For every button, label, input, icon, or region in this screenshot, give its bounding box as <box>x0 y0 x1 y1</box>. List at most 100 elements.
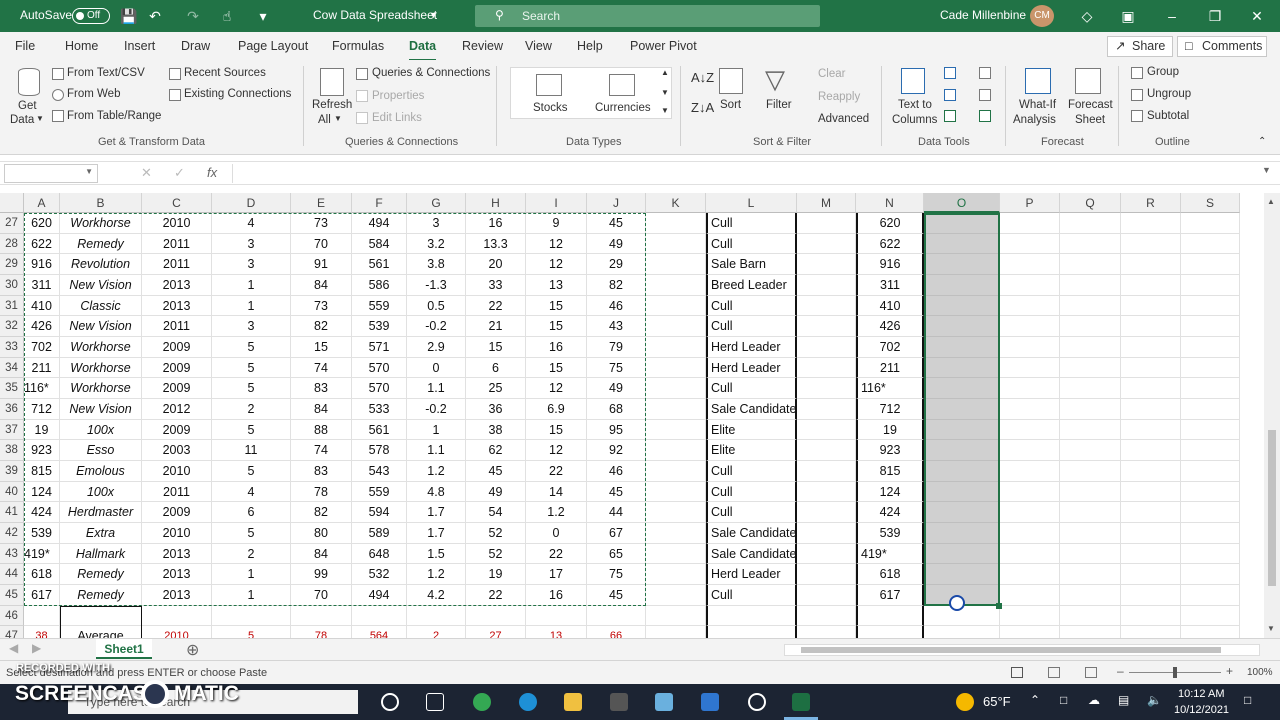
column-header-h[interactable]: H <box>466 193 526 213</box>
cell-m36[interactable] <box>797 399 856 420</box>
cell-j36[interactable]: 68 <box>587 399 646 420</box>
cell-l39[interactable]: Cull <box>706 461 797 482</box>
cell-o38[interactable] <box>924 440 1000 462</box>
cell-a42[interactable]: 539 <box>24 523 60 544</box>
filter-button[interactable]: Filter <box>766 99 792 111</box>
cell-k27[interactable] <box>646 213 706 234</box>
cell-g37[interactable]: 1 <box>407 419 466 441</box>
tab-page-layout[interactable]: Page Layout <box>238 39 308 53</box>
cell-g30[interactable]: -1.3 <box>407 275 466 296</box>
ungroup-button[interactable]: Ungroup <box>1147 88 1191 100</box>
zoom-out-icon[interactable]: – <box>1117 664 1124 678</box>
cell-m37[interactable] <box>797 419 856 441</box>
cell-n34[interactable]: 211 <box>856 357 924 379</box>
cell-l33[interactable]: Herd Leader <box>706 337 797 358</box>
cell-h36[interactable]: 36 <box>466 399 526 420</box>
tab-home[interactable]: Home <box>65 39 98 53</box>
column-header-f[interactable]: F <box>352 193 407 213</box>
cell-p40[interactable] <box>1000 481 1060 503</box>
cell-r37[interactable] <box>1121 419 1181 441</box>
zoom-level[interactable]: 100% <box>1247 667 1273 678</box>
avatar[interactable]: CM <box>1030 5 1054 27</box>
cancel-icon[interactable]: ✕ <box>141 165 152 181</box>
cell-c44[interactable]: 2013 <box>142 564 212 586</box>
cell-s36[interactable] <box>1181 399 1240 420</box>
horizontal-scrollbar[interactable] <box>784 644 1260 656</box>
cell-m28[interactable] <box>797 233 856 255</box>
cell-s33[interactable] <box>1181 337 1240 358</box>
cell-e44[interactable]: 99 <box>291 564 352 586</box>
notifications-icon[interactable]: □ <box>1244 693 1251 707</box>
cell-b46[interactable] <box>60 605 142 627</box>
clear-button[interactable]: Clear <box>818 68 845 80</box>
row-header[interactable]: 33 <box>0 337 24 358</box>
formula-input[interactable] <box>232 164 1274 183</box>
cell-e45[interactable]: 70 <box>291 585 352 606</box>
cell-k44[interactable] <box>646 564 706 586</box>
row-header[interactable]: 34 <box>0 357 24 379</box>
cell-d32[interactable]: 3 <box>212 316 291 337</box>
row-header[interactable]: 36 <box>0 399 24 420</box>
recent-sources-button[interactable]: Recent Sources <box>184 67 266 79</box>
cell-l44[interactable]: Herd Leader <box>706 564 797 586</box>
cell-h42[interactable]: 52 <box>466 523 526 544</box>
stocks-button[interactable]: Stocks <box>533 102 568 114</box>
refresh-label2[interactable]: All <box>318 114 331 126</box>
name-box[interactable]: ▼ <box>4 164 98 183</box>
cell-g42[interactable]: 1.7 <box>407 523 466 544</box>
cell-q42[interactable] <box>1060 523 1121 544</box>
cell-n33[interactable]: 702 <box>856 337 924 358</box>
column-header-i[interactable]: I <box>526 193 587 213</box>
cell-k40[interactable] <box>646 481 706 503</box>
forecast-label[interactable]: Forecast <box>1068 99 1113 111</box>
cell-e32[interactable]: 82 <box>291 316 352 337</box>
cell-s30[interactable] <box>1181 275 1240 296</box>
cell-l47[interactable] <box>706 626 797 638</box>
cortana-icon[interactable] <box>381 693 399 711</box>
data-validation-icon[interactable] <box>944 110 956 122</box>
cell-i27[interactable]: 9 <box>526 213 587 234</box>
cell-k37[interactable] <box>646 419 706 441</box>
cell-k32[interactable] <box>646 316 706 337</box>
row-header[interactable]: 46 <box>0 605 24 627</box>
cell-d33[interactable]: 5 <box>212 337 291 358</box>
cell-n43[interactable]: 419* <box>856 543 924 565</box>
cell-e33[interactable]: 15 <box>291 337 352 358</box>
cell-p46[interactable] <box>1000 605 1060 627</box>
cell-h30[interactable]: 33 <box>466 275 526 296</box>
tab-file[interactable]: File <box>15 39 35 53</box>
scroll-down-icon[interactable]: ▼ <box>1267 624 1275 633</box>
cell-b37[interactable]: 100x <box>60 419 142 441</box>
cell-r39[interactable] <box>1121 461 1181 482</box>
cell-d31[interactable]: 1 <box>212 295 291 317</box>
advanced-button[interactable]: Advanced <box>818 113 869 125</box>
sort-button[interactable]: Sort <box>720 99 741 111</box>
cell-a36[interactable]: 712 <box>24 399 60 420</box>
cell-q39[interactable] <box>1060 461 1121 482</box>
row-header[interactable]: 45 <box>0 585 24 606</box>
column-header-c[interactable]: C <box>142 193 212 213</box>
cell-o47[interactable] <box>924 626 1000 638</box>
cell-r32[interactable] <box>1121 316 1181 337</box>
cell-o44[interactable] <box>924 564 1000 586</box>
cell-h44[interactable]: 19 <box>466 564 526 586</box>
cell-b31[interactable]: Classic <box>60 295 142 317</box>
column-header-b[interactable]: B <box>60 193 142 213</box>
relationships-icon[interactable] <box>979 89 991 101</box>
cell-j33[interactable]: 79 <box>587 337 646 358</box>
task-view-icon[interactable] <box>426 693 444 711</box>
cell-n46[interactable] <box>856 605 924 627</box>
cell-g36[interactable]: -0.2 <box>407 399 466 420</box>
cell-f39[interactable]: 543 <box>352 461 407 482</box>
screencast-icon[interactable] <box>748 693 766 711</box>
cell-e42[interactable]: 80 <box>291 523 352 544</box>
cell-d27[interactable]: 4 <box>212 213 291 234</box>
cell-n30[interactable]: 311 <box>856 275 924 296</box>
cell-l43[interactable]: Sale Candidate <box>706 543 797 565</box>
row-header[interactable]: 39 <box>0 461 24 482</box>
cell-m30[interactable] <box>797 275 856 296</box>
cell-i29[interactable]: 12 <box>526 254 587 275</box>
cell-o40[interactable] <box>924 481 1000 503</box>
gallery-down-icon[interactable]: ▼ <box>661 88 669 97</box>
cell-g45[interactable]: 4.2 <box>407 585 466 606</box>
